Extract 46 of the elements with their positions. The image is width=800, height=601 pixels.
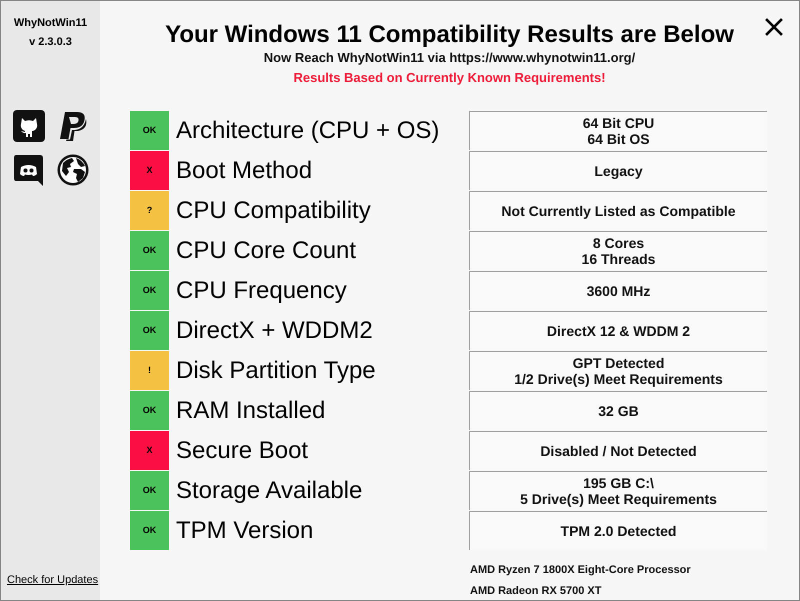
status-badge: X: [130, 151, 169, 190]
page-title: Your Windows 11 Compatibility Results are Below: [164, 21, 735, 48]
result-value: 195 GB C:\ 5 Drive(s) Meet Requirements: [469, 471, 767, 510]
status-badge: OK: [130, 231, 169, 270]
result-value: DirectX 12 & WDDM 2: [469, 311, 767, 350]
globe-icon[interactable]: [57, 154, 89, 186]
result-value: Not Currently Listed as Compatible: [469, 191, 767, 230]
chat-bubble-icon[interactable]: [13, 154, 45, 186]
check-label: DirectX + WDDM2: [176, 317, 373, 345]
status-badge: OK: [130, 471, 169, 510]
hardware-name: AMD Ryzen 7 1800X Eight-Core Processor: [470, 563, 692, 577]
result-value: Disabled / Not Detected: [469, 431, 767, 470]
check-label: Architecture (CPU + OS): [176, 117, 440, 145]
status-badge: X: [130, 431, 169, 470]
result-value: Legacy: [469, 151, 767, 190]
status-badge: OK: [130, 391, 169, 430]
result-value: 8 Cores 16 Threads: [469, 231, 767, 270]
status-badge: OK: [130, 511, 169, 550]
status-badge: OK: [130, 311, 169, 350]
result-value: 32 GB: [469, 391, 767, 430]
status-badge: !: [130, 351, 169, 390]
status-badge: OK: [130, 271, 169, 310]
check-label: CPU Compatibility: [176, 197, 371, 225]
check-label: Boot Method: [176, 157, 312, 185]
website-note: Now Reach WhyNotWin11 via https://www.whynotwin11.org/: [262, 50, 636, 66]
result-value: GPT Detected 1/2 Drive(s) Meet Requirements: [469, 351, 767, 390]
check-for-updates-link[interactable]: Check for Updates: [7, 573, 100, 587]
result-value: TPM 2.0 Detected: [469, 511, 767, 550]
check-label: CPU Core Count: [176, 237, 356, 265]
check-label: Storage Available: [176, 477, 362, 505]
check-label: TPM Version: [176, 517, 314, 545]
requirements-notice: Results Based on Currently Known Requirements!: [292, 70, 607, 86]
check-label: Disk Partition Type: [176, 357, 376, 385]
app-version: v 2.3.0.3: [28, 35, 73, 49]
status-badge: ?: [130, 191, 169, 230]
hardware-name: AMD Radeon RX 5700 XT: [470, 584, 602, 598]
app-name: WhyNotWin11: [12, 16, 88, 30]
result-value: 64 Bit CPU 64 Bit OS: [469, 111, 767, 150]
paypal-icon[interactable]: [57, 110, 89, 142]
status-badge: OK: [130, 111, 169, 150]
github-icon[interactable]: [13, 110, 45, 142]
close-icon[interactable]: [765, 18, 783, 36]
check-label: Secure Boot: [176, 437, 308, 465]
check-label: CPU Frequency: [176, 277, 347, 305]
check-label: RAM Installed: [176, 397, 326, 425]
result-value: 3600 MHz: [469, 271, 767, 310]
